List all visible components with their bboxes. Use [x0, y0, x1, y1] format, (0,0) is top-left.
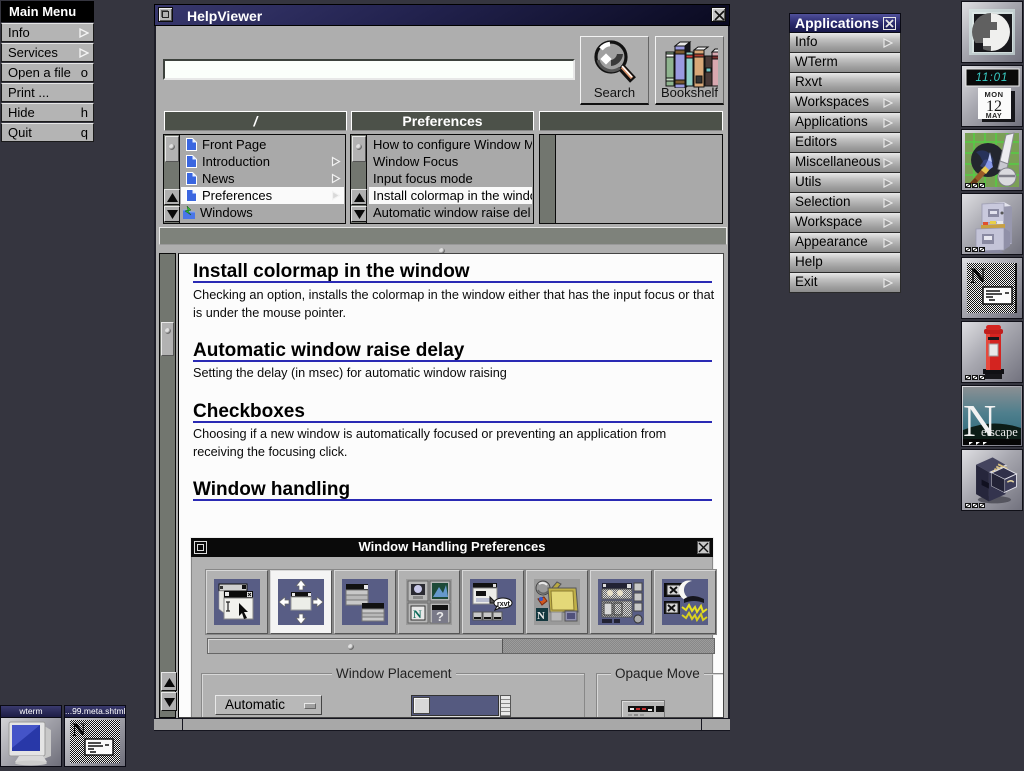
- svg-text:N: N: [537, 610, 545, 622]
- svg-text:?: ?: [436, 609, 444, 624]
- svg-text:11:01: 11:01: [976, 72, 1009, 84]
- svg-text:etscape: etscape: [981, 425, 1018, 439]
- svg-text:MAY: MAY: [986, 113, 1002, 120]
- svg-text:rxvt: rxvt: [497, 601, 511, 608]
- svg-text:N: N: [413, 607, 422, 621]
